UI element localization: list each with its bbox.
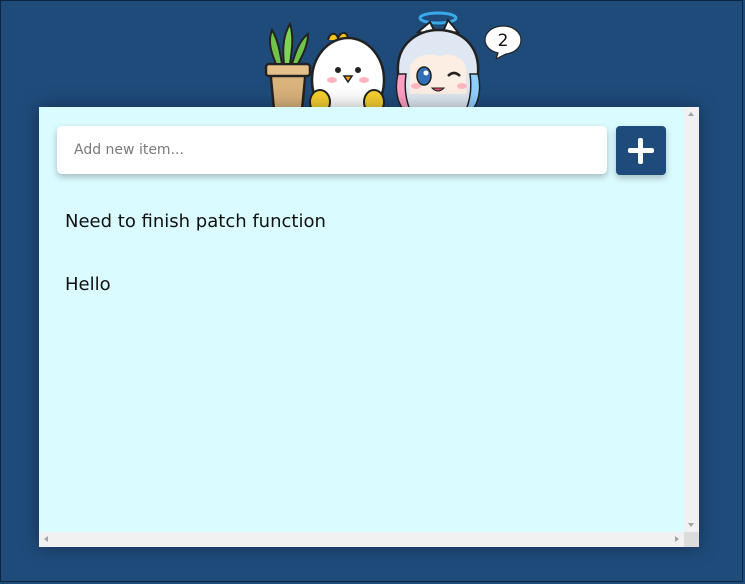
- new-item-input[interactable]: [57, 126, 607, 174]
- notification-count: 2: [497, 31, 509, 51]
- todo-item[interactable]: Hello: [65, 274, 111, 295]
- scroll-down-icon[interactable]: [688, 523, 694, 527]
- scroll-up-icon[interactable]: [688, 112, 694, 116]
- todo-panel: Need to finish patch function Hello: [39, 107, 699, 547]
- new-item-input-container: [57, 126, 607, 174]
- scrollbar-corner: [684, 532, 699, 547]
- character-icon: [395, 11, 481, 110]
- scroll-left-icon[interactable]: [44, 536, 48, 542]
- todo-item[interactable]: Need to finish patch function: [65, 211, 326, 232]
- plant-icon: [264, 21, 312, 110]
- scroll-right-icon[interactable]: [675, 536, 679, 542]
- vertical-scrollbar[interactable]: [684, 107, 699, 532]
- add-item-button[interactable]: [616, 126, 666, 175]
- horizontal-scrollbar[interactable]: [39, 532, 699, 547]
- chick-icon: [309, 32, 386, 110]
